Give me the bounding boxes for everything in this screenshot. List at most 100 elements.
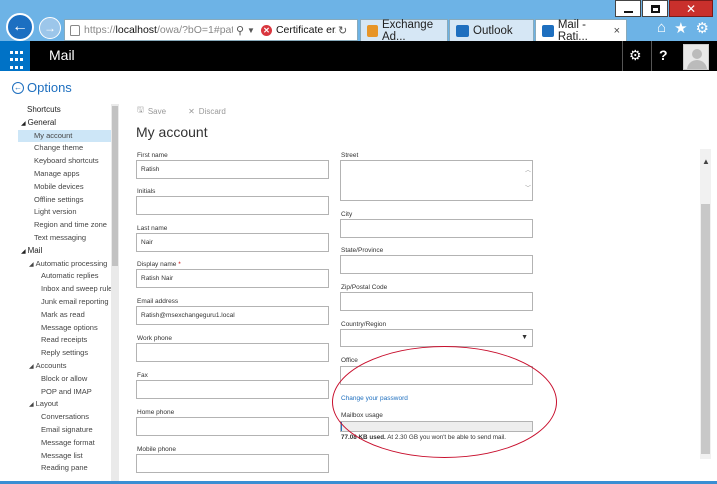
nav-item[interactable]: Inbox and sweep rules: [18, 283, 116, 296]
app-title: Mail: [49, 47, 75, 63]
nav-item[interactable]: Junk email reporting: [18, 296, 111, 309]
work-phone-field[interactable]: [136, 343, 329, 362]
nav-item[interactable]: Message format: [18, 437, 111, 450]
nav-item[interactable]: ◢ General: [18, 117, 111, 130]
avatar[interactable]: [683, 44, 709, 70]
search-icon[interactable]: ⚲: [236, 24, 244, 37]
nav-item-label: General: [27, 117, 57, 127]
nav-item[interactable]: Light version: [18, 206, 111, 219]
page-scrollbar[interactable]: ▲: [700, 149, 711, 459]
mobile-phone-field[interactable]: [136, 454, 329, 473]
first-name-field[interactable]: Ratish: [136, 160, 329, 179]
nav-item[interactable]: Automatic replies: [18, 270, 111, 283]
url-path: /owa/?bO=1#pat: [156, 24, 233, 36]
nav-item-label: Shortcuts: [27, 105, 61, 114]
nav-item-label: Message options: [41, 322, 98, 332]
last-name-field[interactable]: Nair: [136, 233, 329, 252]
help-icon[interactable]: ?: [659, 47, 668, 63]
scroll-up-icon[interactable]: ▲: [702, 157, 710, 166]
nav-item[interactable]: ◢ Automatic processing: [18, 258, 111, 271]
nav-item[interactable]: Text messaging: [18, 232, 111, 245]
nav-item-label: Message list: [41, 450, 83, 460]
browser-forward-button[interactable]: →: [39, 17, 61, 39]
display-name-field[interactable]: Ratish Nair: [136, 269, 329, 288]
separator: [622, 41, 623, 71]
mailbox-usage-info: 77.08 KB used. At 2.30 GB you won't be a…: [341, 434, 506, 441]
save-button[interactable]: 🖫 Save: [137, 104, 166, 118]
nav-item-label: Text messaging: [34, 232, 87, 242]
nav-item-label: Layout: [35, 399, 59, 409]
nav-item[interactable]: Manage apps: [18, 168, 111, 181]
nav-item[interactable]: Mark as read: [18, 309, 111, 322]
close-window-button[interactable]: ✕: [669, 0, 713, 17]
nav-item[interactable]: Reading pane: [18, 462, 111, 475]
nav-item[interactable]: POP and IMAP: [18, 386, 111, 399]
certificate-error-text[interactable]: Certificate er...: [276, 24, 336, 36]
home-phone-field[interactable]: [136, 417, 329, 436]
discard-icon: ✕: [188, 106, 195, 116]
state-label: State/Province: [341, 247, 384, 254]
collapse-triangle-icon[interactable]: ◢: [21, 249, 26, 255]
state-field[interactable]: [340, 255, 533, 274]
nav-item[interactable]: ◢ Accounts: [18, 360, 111, 373]
nav-item[interactable]: Reply settings: [18, 347, 111, 360]
settings-icon[interactable]: ⚙: [696, 19, 709, 37]
close-tab-icon[interactable]: ×: [614, 25, 620, 37]
collapse-triangle-icon[interactable]: ◢: [29, 364, 34, 370]
tab-exchange-admin[interactable]: Exchange Ad...: [360, 19, 448, 43]
zip-field[interactable]: [340, 292, 533, 311]
country-select[interactable]: ▼: [340, 329, 533, 347]
exchange-admin-icon: [367, 24, 378, 37]
nav-item[interactable]: Read receipts: [18, 334, 111, 347]
nav-item[interactable]: Block or allow: [18, 373, 111, 386]
tab-mail[interactable]: Mail - Rati... ×: [535, 19, 627, 43]
office-field[interactable]: [340, 366, 533, 385]
dropdown-arrow-icon[interactable]: ▼: [247, 26, 255, 35]
nav-item[interactable]: Offline settings: [18, 194, 111, 207]
nav-item[interactable]: Message options: [18, 322, 111, 335]
nav-item[interactable]: Conversations: [18, 411, 111, 424]
scroll-thumb[interactable]: [701, 204, 710, 454]
nav-item-label: Conversations: [41, 412, 89, 422]
nav-item[interactable]: Email signature: [18, 424, 111, 437]
url-scheme: https://: [84, 24, 116, 36]
tab-outlook[interactable]: Outlook: [449, 19, 534, 41]
nav-item[interactable]: Message list: [18, 450, 111, 463]
initials-field[interactable]: [136, 196, 329, 215]
email-field[interactable]: Ratish@msexchangeguru1.local: [136, 306, 329, 325]
collapse-triangle-icon[interactable]: ◢: [29, 402, 34, 408]
home-icon[interactable]: ⌂: [657, 19, 666, 37]
nav-item[interactable]: Keyboard shortcuts: [18, 155, 111, 168]
city-field[interactable]: [340, 219, 533, 238]
nav-item[interactable]: ◢ Layout: [18, 398, 111, 411]
nav-item[interactable]: My account: [18, 129, 111, 143]
discard-button[interactable]: ✕ Discard: [188, 104, 226, 118]
country-label: Country/Region: [341, 321, 387, 328]
nav-item[interactable]: Shortcuts: [18, 104, 111, 117]
app-launcher-icon[interactable]: [0, 41, 30, 71]
fax-field[interactable]: [136, 380, 329, 399]
mailbox-usage-bar: [340, 421, 533, 432]
street-field[interactable]: ︿ ﹀: [340, 160, 533, 201]
nav-item[interactable]: ◢ Mail: [18, 245, 111, 258]
minimize-button[interactable]: [615, 0, 641, 17]
textarea-scroll-icon: ︿ ﹀: [524, 168, 531, 192]
collapse-triangle-icon[interactable]: ◢: [21, 121, 26, 127]
nav-item-label: Accounts: [35, 360, 67, 370]
nav-item-label: POP and IMAP: [41, 386, 92, 396]
nav-item[interactable]: Mobile devices: [18, 181, 111, 194]
certificate-error-icon[interactable]: ✕: [260, 24, 272, 36]
options-back-link[interactable]: ← Options: [12, 80, 72, 95]
address-bar[interactable]: https:// localhost /owa/?bO=1#pat ⚲ ▼ ✕ …: [64, 19, 358, 41]
nav-scrollbar[interactable]: [111, 104, 119, 484]
star-icon[interactable]: ★: [674, 19, 687, 37]
maximize-button[interactable]: [642, 0, 668, 17]
collapse-triangle-icon[interactable]: ◢: [29, 262, 34, 268]
nav-item[interactable]: Region and time zone: [18, 219, 111, 232]
browser-back-button[interactable]: ←: [6, 13, 34, 41]
change-password-link[interactable]: Change your password: [341, 395, 408, 402]
chevron-down-icon: ▼: [521, 334, 528, 341]
refresh-icon[interactable]: ↻: [338, 24, 347, 37]
nav-item[interactable]: Change theme: [18, 142, 111, 155]
gear-icon[interactable]: ⚙: [629, 47, 642, 64]
